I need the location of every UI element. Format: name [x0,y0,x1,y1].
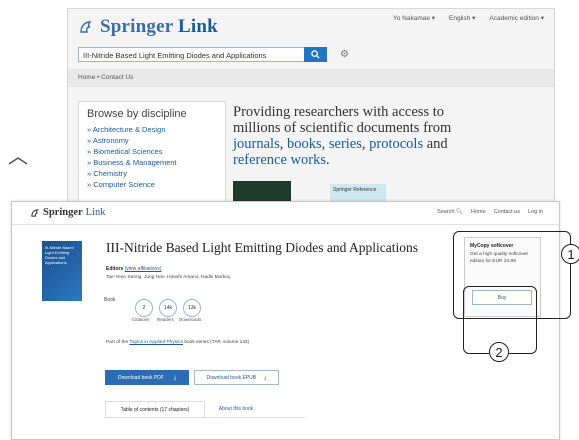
search-label: Search [437,209,455,215]
hero-separator: , [279,136,287,152]
tab-table-of-contents[interactable]: Table of contents (17 chapters) [105,401,205,417]
chevron-up-icon: ︿ [8,146,28,168]
download-epub-button[interactable]: Download book EPUB ⤓ [194,370,279,385]
series-link[interactable]: Topics in Applied Physics [129,340,183,345]
gear-icon[interactable]: ⚙ [340,49,349,60]
background-springer-window: Springer Link Yo Nakamae ▾ English ▾ Aca… [67,8,555,210]
nav-contact[interactable]: Contact us [494,209,520,215]
series-link[interactable]: series [329,136,362,152]
citations-metric[interactable]: 2 [135,299,153,317]
editors-label: Editors [106,266,124,272]
search-icon: 🔍︎ [456,209,464,215]
edition-menu[interactable]: Academic edition ▾ [489,14,544,22]
books-link[interactable]: books [287,136,322,152]
download-pdf-button[interactable]: Download book PDF ⤓ [105,370,189,385]
downloads-metric[interactable]: 13k [183,299,201,317]
hero-separator: , [321,136,329,152]
springer-logo[interactable]: Springer Link [30,207,106,218]
book-label: Book [104,297,116,303]
book-title: III-Nitride Based Light Emitting Diodes … [106,240,418,255]
nav-home[interactable]: Home [471,209,486,215]
download-icon: ⤓ [264,374,267,381]
readers-label: Readers [157,317,175,322]
hero-line-2: millions of scientific documents from [233,120,452,136]
hero-period: . [325,152,330,168]
series-prefix: Part of the [106,340,130,345]
cover-title: III-Nitride Based Light Emitting Diodes … [45,245,74,265]
discipline-link[interactable]: » Chemistry [87,168,217,179]
search-button[interactable] [304,47,327,62]
discipline-link[interactable]: » Business & Management [87,157,217,168]
download-epub-label: Download book EPUB [206,374,257,381]
series-suffix: book series (TAP, volume 133) [182,340,250,345]
springer-horse-icon [80,21,92,33]
discipline-link[interactable]: » Architecture & Design [87,124,217,135]
browse-title: Browse by discipline [87,108,187,120]
browse-by-discipline-panel: Browse by discipline » Architecture & De… [78,101,226,209]
top-links: Yo Nakamae ▾ English ▾ Academic edition … [393,14,544,22]
hero-line-1: Providing researchers with access to [233,104,444,120]
tab-about-this-book[interactable]: About this book [208,401,264,417]
editors-line: Editors (view affiliations) [106,266,162,272]
discipline-link[interactable]: » Biomedical Sciences [87,146,217,157]
readers-metric[interactable]: 14k [159,299,177,317]
editor-names: Tae-Yeon Seong, Jung Han, Hiroshi Amano,… [106,275,231,280]
hero-and: and [423,136,448,152]
journals-link[interactable]: journals [233,136,280,152]
search-link[interactable]: Search 🔍︎ [437,209,463,215]
view-affiliations-link[interactable]: (view affiliations) [125,266,162,272]
annotation-marker-2: 2 [489,342,509,362]
user-menu[interactable]: Yo Nakamae ▾ [393,14,435,22]
search-icon [311,50,320,59]
language-menu[interactable]: English ▾ [449,14,475,22]
springer-horse-icon [31,208,39,217]
annotation-marker-1: 1 [561,244,579,264]
downloads-label: Downloads [179,317,202,322]
hero-tagline: Providing researchers with access to mil… [233,104,533,168]
nav-login[interactable]: Log in [528,209,543,215]
protocols-link[interactable]: protocols [369,136,423,152]
header-nav: Search 🔍︎ Home Contact us Log in [437,209,543,215]
series-line: Part of the Topics in Applied Physics bo… [106,340,249,345]
reference-works-link[interactable]: reference works [233,152,326,168]
download-pdf-label: Download book PDF [117,374,164,381]
discipline-link[interactable]: » Astronomy [87,135,217,146]
book-cover[interactable]: III-Nitride Based Light Emitting Diodes … [42,241,82,301]
logo-springer-text: Springer [43,207,83,218]
logo-springer-text: Springer [100,16,174,37]
logo-link-text: Link [85,207,106,218]
download-icon: ⤓ [173,374,177,381]
citations-label: Citations [132,317,150,322]
logo-link-text: Link [178,16,218,37]
springer-logo[interactable]: Springer Link [78,15,218,39]
discipline-link[interactable]: » Computer Science [87,179,217,190]
search-input[interactable]: III-Nitride Based Light Emitting Diodes … [78,47,306,62]
breadcrumb: Home • Contact Us [68,69,554,87]
